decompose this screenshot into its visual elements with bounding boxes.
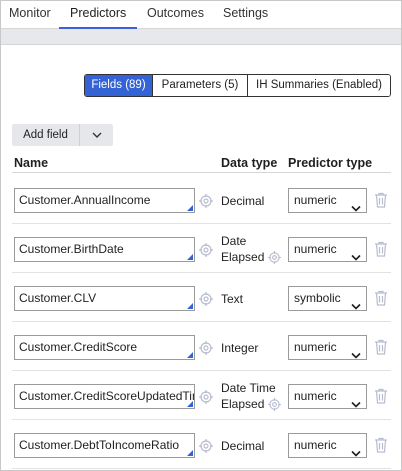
target-icon[interactable] <box>199 439 213 453</box>
target-icon[interactable] <box>199 390 213 404</box>
data-type-label: Decimal <box>221 439 265 453</box>
predictor-type-value: numeric <box>294 340 337 354</box>
predictor-type-value: symbolic <box>294 291 341 305</box>
data-type-label: Date <box>221 234 247 248</box>
chevron-down-icon <box>351 246 361 261</box>
tab-settings[interactable]: Settings <box>223 1 268 29</box>
tab-monitor[interactable]: Monitor <box>9 1 51 29</box>
predictor-type-value: numeric <box>294 389 337 403</box>
table-row: Customer.CreditScoreUpdatedTime Date Time… <box>1 372 401 420</box>
predictor-type-select[interactable]: numeric <box>288 237 367 262</box>
row-divider <box>12 321 391 322</box>
data-type-cell: Decimal <box>221 193 264 209</box>
chevron-down-icon <box>92 132 101 138</box>
chevron-down-icon <box>351 197 361 212</box>
data-type-modifier: Elapsed <box>221 396 281 412</box>
predictor-type-value: numeric <box>294 438 337 452</box>
add-field-button[interactable]: Add field <box>12 124 80 146</box>
predictor-type-select[interactable]: numeric <box>288 433 367 458</box>
add-field-split-button: Add field <box>12 124 113 146</box>
resize-corner-icon <box>187 352 193 358</box>
row-divider <box>12 419 391 420</box>
predictor-type-select[interactable]: numeric <box>288 335 367 360</box>
column-header-data-type: Data type <box>221 156 278 170</box>
resize-corner-icon <box>187 254 193 260</box>
predictor-type-value: numeric <box>294 242 337 256</box>
trash-icon[interactable] <box>374 241 388 257</box>
field-name-value: Customer.AnnualIncome <box>19 193 151 207</box>
chevron-down-icon <box>351 393 361 408</box>
table-row: Customer.DebtToIncomeRatio Decimal numeric <box>1 421 401 469</box>
trash-icon[interactable] <box>374 339 388 355</box>
data-type-label: Date Time <box>221 381 276 395</box>
settings-icon[interactable] <box>267 251 281 265</box>
field-name-input[interactable]: Customer.AnnualIncome <box>14 188 195 213</box>
predictor-type-select[interactable]: symbolic <box>288 286 367 311</box>
field-name-input[interactable]: Customer.CreditScoreUpdatedTime <box>14 384 195 409</box>
field-name-input[interactable]: Customer.CreditScore <box>14 335 195 360</box>
field-name-value: Customer.DebtToIncomeRatio <box>19 438 180 452</box>
row-divider <box>12 370 391 371</box>
resize-corner-icon <box>187 303 193 309</box>
target-icon[interactable] <box>199 292 213 306</box>
table-row: Customer.AnnualIncome Decimal numeric <box>1 176 401 224</box>
segment-parameters[interactable]: Parameters (5) <box>153 75 248 96</box>
resize-corner-icon <box>187 401 193 407</box>
field-name-value: Customer.BirthDate <box>19 242 124 256</box>
table-row: Customer.CreditScore Integer numeric <box>1 323 401 371</box>
view-segmented-control: Fields (89) Parameters (5) IH Summaries … <box>84 74 391 97</box>
chevron-down-icon <box>351 344 361 359</box>
segment-fields[interactable]: Fields (89) <box>85 75 153 96</box>
predictor-type-select[interactable]: numeric <box>288 188 367 213</box>
toolbar-strip <box>1 29 401 45</box>
data-type-label: Integer <box>221 341 259 355</box>
table-row: Customer.BirthDate Date Elapsed numeric <box>1 225 401 273</box>
data-type-cell: Text <box>221 291 243 307</box>
resize-corner-icon <box>187 205 193 211</box>
table-row: Customer.CLV Text symbolic <box>1 274 401 322</box>
row-divider <box>12 223 391 224</box>
chevron-down-icon <box>351 442 361 457</box>
data-type-label: Decimal <box>221 194 265 208</box>
segment-ih-summaries[interactable]: IH Summaries (Enabled) <box>248 75 390 96</box>
settings-icon[interactable] <box>267 398 281 412</box>
trash-icon[interactable] <box>374 388 388 404</box>
field-name-input[interactable]: Customer.BirthDate <box>14 237 195 262</box>
field-name-input[interactable]: Customer.CLV <box>14 286 195 311</box>
target-icon[interactable] <box>199 341 213 355</box>
trash-icon[interactable] <box>374 290 388 306</box>
field-name-input[interactable]: Customer.DebtToIncomeRatio <box>14 433 195 458</box>
field-name-value: Customer.CLV <box>19 291 97 305</box>
header-divider <box>12 172 391 173</box>
row-divider <box>12 468 391 469</box>
column-header-predictor-type: Predictor type <box>288 156 373 170</box>
data-type-cell: Integer <box>221 340 258 356</box>
data-type-cell: Date Elapsed <box>221 233 281 265</box>
field-name-value: Customer.CreditScoreUpdatedTime <box>19 389 195 403</box>
column-header-name: Name <box>14 156 49 170</box>
chevron-down-icon <box>351 295 361 310</box>
data-type-modifier: Elapsed <box>221 249 281 265</box>
tab-bar: Monitor Predictors Outcomes Settings <box>1 1 401 29</box>
predictor-type-select[interactable]: numeric <box>288 384 367 409</box>
target-icon[interactable] <box>199 243 213 257</box>
add-field-menu-button[interactable] <box>80 124 113 146</box>
data-type-cell: Decimal <box>221 438 264 454</box>
trash-icon[interactable] <box>374 437 388 453</box>
field-name-value: Customer.CreditScore <box>19 340 138 354</box>
data-type-label: Text <box>221 292 244 306</box>
trash-icon[interactable] <box>374 192 388 208</box>
data-type-cell: Date Time Elapsed <box>221 380 281 412</box>
tab-predictors[interactable]: Predictors <box>59 1 138 29</box>
predictor-type-value: numeric <box>294 193 337 207</box>
row-divider <box>12 272 391 273</box>
tab-outcomes[interactable]: Outcomes <box>147 1 204 29</box>
target-icon[interactable] <box>199 194 213 208</box>
resize-corner-icon <box>187 450 193 456</box>
